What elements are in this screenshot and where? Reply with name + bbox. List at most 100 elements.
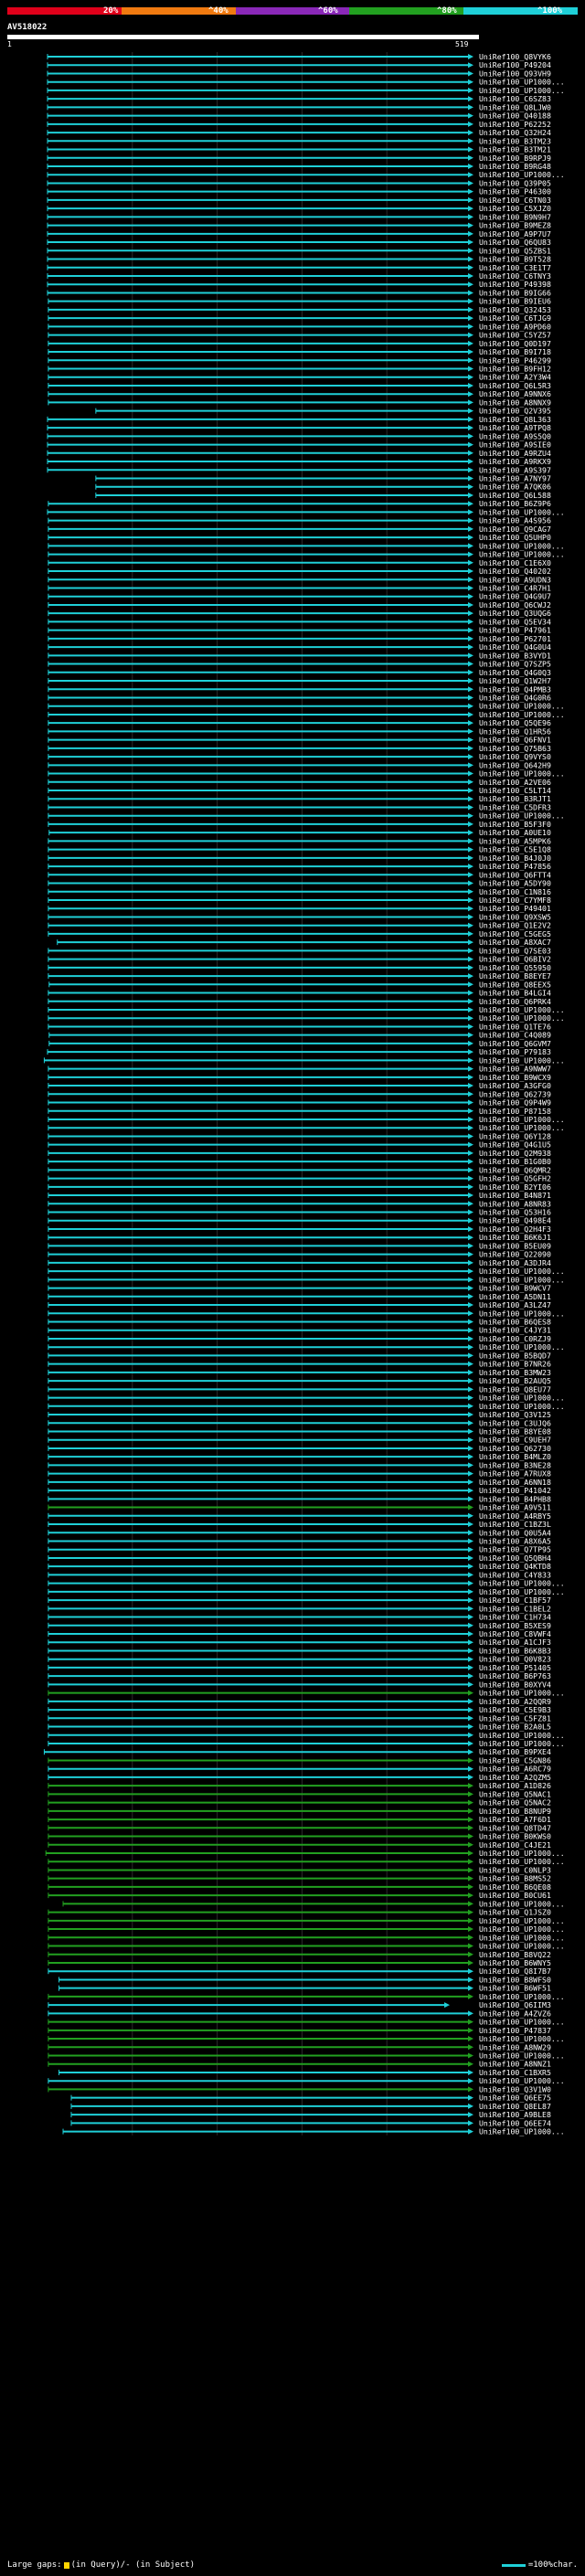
hit-row[interactable]: UniRef100_A9TPQ8 [47,423,551,432]
hit-row[interactable]: UniRef100_B5BQD7 [48,1351,551,1360]
hit-row[interactable]: UniRef100_Q3V125 [48,1410,551,1419]
hit-row[interactable]: UniRef100_B0KWS0 [48,1832,551,1841]
hit-row[interactable]: UniRef100_Q6L5R3 [48,381,551,390]
hit-row[interactable]: UniRef100_Q9VYS0 [48,752,551,761]
hit-row[interactable]: UniRef100_A9S397 [47,465,551,474]
hit-row[interactable]: UniRef100_B0CU61 [48,1891,551,1900]
hit-row[interactable]: UniRef100_B9N9H7 [47,212,551,221]
hit-row[interactable]: UniRef100_Q1HR56 [48,726,551,736]
hit-row[interactable]: UniRef100_P87158 [48,1107,551,1116]
hit-row[interactable]: UniRef100_B3TM21 [47,145,551,154]
hit-row[interactable]: UniRef100_Q8TD47 [48,1823,551,1832]
hit-row[interactable]: UniRef100_C5E9B3 [48,1705,551,1714]
hit-row[interactable]: UniRef100_Q5NAC1 [48,1789,551,1798]
hit-row[interactable]: UniRef100_A6NN18 [48,1478,551,1487]
hit-row[interactable]: UniRef100_Q498E4 [48,1216,551,1225]
hit-row[interactable]: UniRef100_P49401 [48,904,551,913]
hit-row[interactable]: UniRef100_A1D826 [48,1781,551,1790]
hit-label[interactable]: UniRef100_UP1000... [479,2127,565,2136]
hit-row[interactable]: UniRef100_C5DFR3 [48,802,551,811]
hit-row[interactable]: UniRef100_A0UE10 [48,828,551,837]
hit-row[interactable]: UniRef100_C1H734 [48,1613,551,1622]
hit-row[interactable]: UniRef100_C4JE21 [48,1840,551,1850]
hit-row[interactable]: UniRef100_C5XJZ0 [47,204,551,213]
hit-row[interactable]: UniRef100_Q8I7B7 [48,1966,551,1976]
hit-row[interactable]: UniRef100_Q5EV34 [48,617,551,626]
hit-row[interactable]: UniRef100_C5LT14 [48,786,551,795]
hit-row[interactable]: UniRef100_Q3UQG6 [48,609,551,618]
hit-row[interactable]: UniRef100_Q9CAG7 [48,525,551,534]
hit-row[interactable]: UniRef100_B9RG48 [47,162,551,171]
hit-row[interactable]: UniRef100_A2QQR9 [48,1697,551,1706]
hit-row[interactable]: UniRef100_Q642H9 [48,760,551,769]
hit-row[interactable]: UniRef100_A8X6A5 [48,1536,551,1545]
hit-row[interactable]: UniRef100_P79183 [47,1047,551,1056]
hit-row[interactable]: UniRef100_C4R7H1 [48,583,551,592]
hit-row[interactable]: UniRef100_A9NWW7 [48,1065,551,1074]
hit-row[interactable]: UniRef100_C1BZ3L [48,1520,551,1529]
hit-row[interactable]: UniRef100_Q6Y128 [48,1131,551,1140]
hit-row[interactable]: UniRef100_B4LGI4 [48,989,551,998]
hit-row[interactable]: UniRef100_Q8EEX5 [48,980,551,989]
hit-row[interactable]: UniRef100_Q40202 [48,567,551,576]
hit-row[interactable]: UniRef100_Q8VYK6 [47,52,551,61]
hit-row[interactable]: UniRef100_Q8LJW0 [47,102,551,111]
hit-row[interactable]: UniRef100_P51405 [48,1663,551,1672]
hit-row[interactable]: UniRef100_P47961 [48,626,551,635]
hit-row[interactable]: UniRef100_A2QZM5 [48,1773,551,1782]
hit-row[interactable]: UniRef100_A8NW29 [48,2042,551,2051]
hit-row[interactable]: UniRef100_C3E1T7 [47,263,551,272]
hit-row[interactable]: UniRef100_C1BXR5 [58,2068,551,2077]
hit-row[interactable]: UniRef100_A3LZ47 [48,1300,551,1309]
hit-row[interactable]: UniRef100_Q7SE03 [48,946,551,955]
hit-row[interactable]: UniRef100_A9NNX6 [48,389,551,398]
hit-row[interactable]: UniRef100_A9S5Q0 [47,431,551,440]
hit-row[interactable]: UniRef100_P49204 [47,60,551,69]
hit-row[interactable]: UniRef100_P47856 [48,862,551,871]
hit-row[interactable]: UniRef100_A7F6D1 [48,1815,551,1824]
hit-row[interactable]: UniRef100_Q22090 [48,1250,551,1259]
hit-row[interactable]: UniRef100_B8WFS0 [58,1975,551,1984]
hit-row[interactable]: UniRef100_B9IEU6 [48,297,551,306]
hit-row[interactable]: UniRef100_C1BEL2 [48,1604,551,1613]
hit-row[interactable]: UniRef100_B4J0J0 [48,853,551,863]
hit-row[interactable]: UniRef100_P46299 [48,355,551,365]
hit-row[interactable]: UniRef100_B5F3F0 [48,820,551,829]
hit-row[interactable]: UniRef100_A8NNX9 [48,398,551,407]
hit-row[interactable]: UniRef100_UP1000... [62,2127,565,2136]
hit-row[interactable]: UniRef100_B3RJT1 [48,794,551,803]
hit-row[interactable]: UniRef100_B9MEZ8 [47,221,551,230]
hit-row[interactable]: UniRef100_B9WCX9 [48,1073,551,1082]
hit-row[interactable]: UniRef100_C0RZJ9 [48,1334,551,1343]
hit-row[interactable]: UniRef100_B3TM23 [47,136,551,145]
hit-row[interactable]: UniRef100_Q9P4W9 [48,1098,551,1108]
hit-row[interactable]: UniRef100_Q5QBH4 [48,1553,551,1563]
hit-row[interactable]: UniRef100_C5E1Q8 [48,845,551,854]
hit-row[interactable]: UniRef100_B9PXE4 [43,1747,551,1756]
hit-row[interactable]: UniRef100_C3UJQ6 [48,1418,551,1427]
hit-row[interactable]: UniRef100_Q4G0Q3 [48,668,551,677]
hit-row[interactable]: UniRef100_Q32H24 [47,128,551,137]
hit-row[interactable]: UniRef100_C4Y833 [48,1570,551,1579]
hit-row[interactable]: UniRef100_Q5NAC2 [48,1798,551,1807]
hit-row[interactable]: UniRef100_Q4G0R6 [48,693,551,702]
hit-row[interactable]: UniRef100_Q0D197 [48,339,551,348]
hit-row[interactable]: UniRef100_Q40188 [47,111,551,121]
hit-row[interactable]: UniRef100_Q0V823 [48,1655,551,1664]
hit-row[interactable]: UniRef100_Q39P05 [47,178,551,187]
hit-row[interactable]: UniRef100_P41042 [48,1486,551,1495]
hit-row[interactable]: UniRef100_A4S956 [48,516,551,525]
hit-row[interactable]: UniRef100_C1N816 [48,887,551,896]
hit-row[interactable]: UniRef100_Q6GVM7 [48,1039,551,1048]
hit-row[interactable]: UniRef100_Q9XSW5 [48,912,551,921]
hit-row[interactable]: UniRef100_A9SIE0 [47,440,551,450]
hit-row[interactable]: UniRef100_B3VYD1 [48,651,551,660]
hit-row[interactable]: UniRef100_Q7SZP5 [48,660,551,669]
hit-row[interactable]: UniRef100_Q2M938 [48,1149,551,1158]
hit-row[interactable]: UniRef100_C6TNY3 [47,271,551,281]
hit-row[interactable]: UniRef100_P49398 [47,280,551,289]
hit-row[interactable]: UniRef100_A9RKX9 [47,457,551,466]
hit-row[interactable]: UniRef100_B8EYE7 [48,971,551,981]
hit-row[interactable]: UniRef100_Q6FTT4 [48,870,551,879]
hit-row[interactable]: UniRef100_Q62739 [48,1089,551,1098]
